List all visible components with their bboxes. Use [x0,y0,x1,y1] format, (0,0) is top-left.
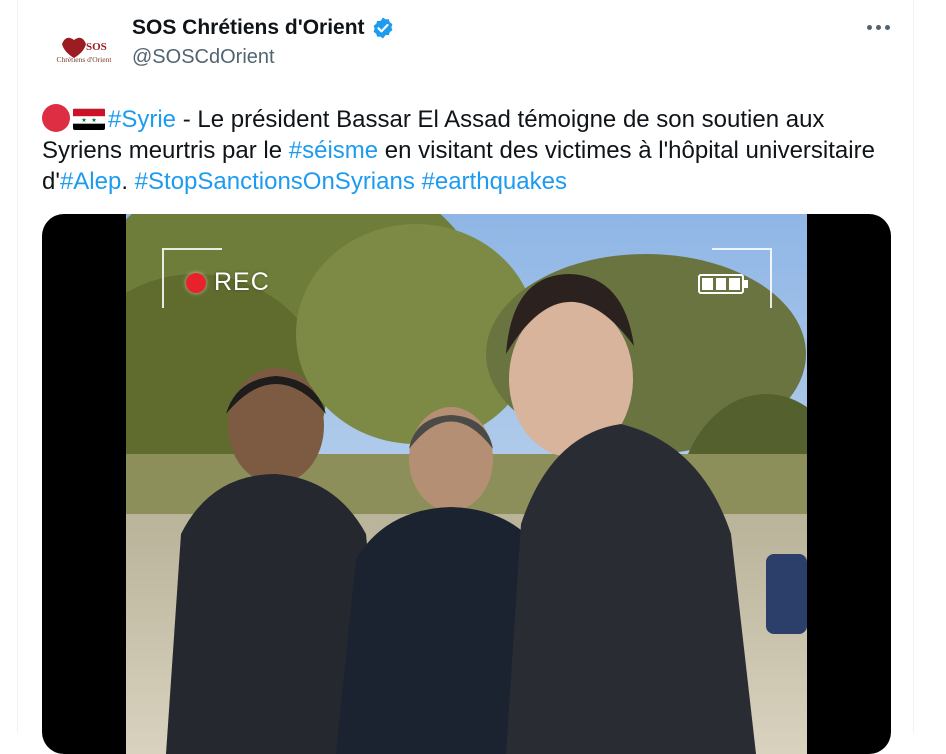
video-player[interactable]: REC [42,214,891,754]
battery-bar [729,278,741,290]
display-name[interactable]: SOS Chrétiens d'Orient [132,16,395,40]
rec-label: REC [214,268,270,296]
battery-bar [702,278,713,290]
svg-text:SOS: SOS [86,41,107,53]
rec-dot-icon [186,272,206,293]
rec-indicator: REC [186,268,270,297]
tweet-text: #Syrie - Le président Bassar El Assad té… [42,104,902,197]
display-name-text[interactable]: SOS Chrétiens d'Orient [132,16,365,40]
dot [866,24,872,30]
hashtag-seisme[interactable]: #séisme [289,137,378,164]
hashtag-alep[interactable]: #Alep [60,168,121,195]
battery-icon [698,274,748,294]
account-handle[interactable]: @SOSCdOrient [132,46,275,69]
red-circle-emoji [42,104,70,132]
avatar-logo: SOS Chrétiens d'Orient [42,4,126,88]
hashtag-syrie[interactable]: #Syrie [108,106,176,133]
more-options-icon[interactable] [858,12,898,42]
dot [875,24,881,30]
svg-text:Chrétiens d'Orient: Chrétiens d'Orient [57,55,113,64]
hashtag-earthquakes[interactable]: #earthquakes [422,168,567,195]
syria-flag-emoji [73,108,105,130]
battery-bar [715,278,727,290]
hashtag-stopsanctionsonsyrians[interactable]: #StopSanctionsOnSyrians [135,168,415,195]
video-frame[interactable]: REC [126,214,807,754]
dot [884,24,890,30]
tweet-text-segment [415,168,422,195]
avatar[interactable]: SOS Chrétiens d'Orient [42,4,126,88]
tweet-card[interactable]: SOS Chrétiens d'Orient SOS Chrétiens d'O… [17,0,914,754]
tweet-text-segment: . [121,168,135,195]
verified-badge-icon [373,17,392,39]
